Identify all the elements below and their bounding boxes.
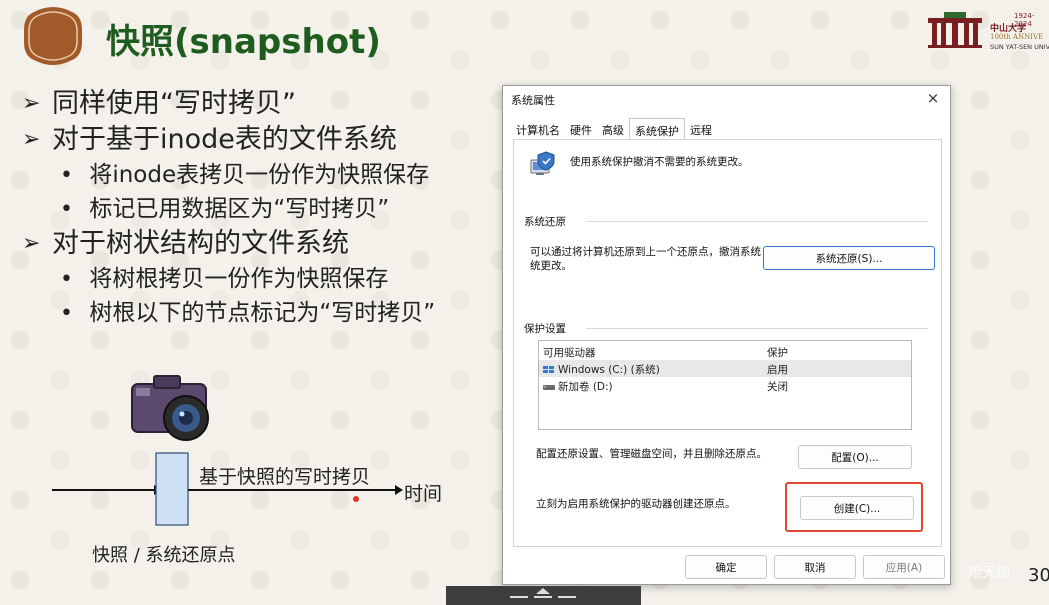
- drive-list-header: 可用驱动器 保护: [539, 343, 911, 360]
- configure-description: 配置还原设置、管理磁盘空间，并且删除还原点。: [536, 448, 767, 460]
- bullet-list: ➢ 同样使用“写时拷贝” ➢ 对于基于inode表的文件系统 • 将inode表…: [22, 86, 435, 330]
- sub-bullet-text: 树根以下的节点标记为“写时拷贝”: [89, 300, 436, 326]
- tab-hardware[interactable]: 硬件: [565, 118, 597, 140]
- intro-text: 使用系统保护撤消不需要的系统更改。: [570, 156, 749, 168]
- slide-logo-badge: [24, 7, 82, 65]
- create-description: 立刻为启用系统保护的驱动器创建还原点。: [536, 498, 736, 510]
- restore-section-divider: [586, 221, 928, 222]
- sub-bullet-text: 将inode表拷贝一份作为快照保存: [89, 162, 430, 188]
- time-label: 时间: [404, 483, 443, 505]
- drive-row-d[interactable]: 新加卷 (D:) 关闭: [539, 377, 911, 394]
- snapshot-box: [155, 452, 189, 526]
- sub-bullet-item: • 标记已用数据区为“写时拷贝”: [60, 192, 435, 226]
- drive-name: Windows (C:) (系统): [558, 364, 660, 376]
- presentation-toolbar[interactable]: [446, 586, 641, 605]
- sub-bullet-item: • 将树根拷贝一份作为快照保存: [60, 262, 435, 296]
- watermark-text: 暗天加: [968, 565, 1010, 581]
- system-properties-dialog: 系统属性 × 计算机名 硬件 高级 系统保护 远程 使用系统保护撤消不需要的系统…: [502, 85, 951, 585]
- drive-name: 新加卷 (D:): [558, 381, 613, 393]
- ok-button[interactable]: 确定: [685, 555, 767, 579]
- bullet-item: ➢ 对于树状结构的文件系统: [22, 226, 435, 262]
- restore-description-line2: 统更改。: [530, 260, 572, 272]
- sub-bullet-text: 将树根拷贝一份作为快照保存: [89, 266, 389, 292]
- column-header-protection: 保护: [767, 347, 788, 359]
- sub-bullet-text: 标记已用数据区为“写时拷贝”: [89, 196, 390, 222]
- university-name-en: SUN YAT-SEN UNIV: [990, 43, 1049, 51]
- bullet-text: 对于树状结构的文件系统: [52, 228, 349, 259]
- arrow-bullet-icon: ➢: [22, 127, 41, 152]
- cow-label: 基于快照的写时拷贝: [199, 466, 371, 488]
- university-anniversary: 100th ANNIVE: [990, 33, 1044, 41]
- dot-bullet-icon: •: [60, 197, 73, 222]
- system-protection-icon: [530, 151, 555, 175]
- restore-description-line1: 可以通过将计算机还原到上一个还原点，撤消系统: [530, 246, 761, 258]
- tab-system-protection[interactable]: 系统保护: [629, 118, 685, 140]
- dialog-tabs: 计算机名 硬件 高级 系统保护 远程: [511, 118, 717, 140]
- tab-computer-name[interactable]: 计算机名: [511, 118, 565, 140]
- protection-section-divider: [586, 328, 928, 329]
- dot-bullet-icon: •: [60, 301, 73, 326]
- drive-protection-status: 启用: [767, 364, 788, 376]
- system-restore-button[interactable]: 系统还原(S)...: [763, 246, 935, 270]
- bullet-item: ➢ 同样使用“写时拷贝”: [22, 86, 435, 122]
- bullet-text: 同样使用“写时拷贝”: [52, 88, 296, 119]
- tab-remote[interactable]: 远程: [685, 118, 717, 140]
- drive-list[interactable]: 可用驱动器 保护 Windows (C:) (系统) 启用 新加卷 (D:) 关…: [538, 340, 912, 430]
- dialog-title: 系统属性: [511, 94, 555, 107]
- slide-title: 快照(snapshot): [106, 22, 381, 62]
- protection-section-label: 保护设置: [524, 323, 566, 335]
- drive-protection-status: 关闭: [767, 381, 788, 393]
- dot-bullet-icon: •: [60, 163, 73, 188]
- camera-icon: [131, 375, 209, 441]
- university-logo: 1924-2024 中山大学 100th ANNIVE SUN YAT-SEN …: [926, 10, 1049, 56]
- drive-row-c[interactable]: Windows (C:) (系统) 启用: [539, 360, 911, 377]
- timeline-arrowhead-out: [395, 485, 403, 495]
- windows-drive-icon: [543, 366, 554, 373]
- arrow-bullet-icon: ➢: [22, 91, 41, 116]
- toolbar-dash-icon: [558, 596, 576, 598]
- hard-drive-icon: [543, 385, 555, 390]
- toolbar-dash-icon: [534, 596, 552, 598]
- configure-button[interactable]: 配置(O)...: [798, 445, 912, 469]
- apply-button[interactable]: 应用(A): [863, 555, 945, 579]
- sub-bullet-item: • 将inode表拷贝一份作为快照保存: [60, 158, 435, 192]
- snapshot-label: 快照 / 系统还原点: [92, 545, 236, 566]
- dot-bullet-icon: •: [60, 267, 73, 292]
- create-highlight-annotation: [785, 482, 923, 532]
- restore-section-label: 系统还原: [524, 216, 566, 228]
- column-header-drive: 可用驱动器: [543, 347, 596, 359]
- bullet-item: ➢ 对于基于inode表的文件系统: [22, 122, 435, 158]
- cancel-button[interactable]: 取消: [774, 555, 856, 579]
- toolbar-dash-icon: [510, 596, 528, 598]
- page-number: 30: [1028, 565, 1049, 586]
- university-gate-icon: [928, 12, 982, 48]
- arrow-bullet-icon: ➢: [22, 231, 41, 256]
- tab-advanced[interactable]: 高级: [597, 118, 629, 140]
- pointer-dot: [353, 496, 359, 502]
- chevron-up-icon[interactable]: [536, 588, 550, 594]
- close-icon[interactable]: ×: [924, 89, 942, 107]
- bullet-text: 对于基于inode表的文件系统: [52, 124, 397, 155]
- sub-bullet-item: • 树根以下的节点标记为“写时拷贝”: [60, 296, 435, 330]
